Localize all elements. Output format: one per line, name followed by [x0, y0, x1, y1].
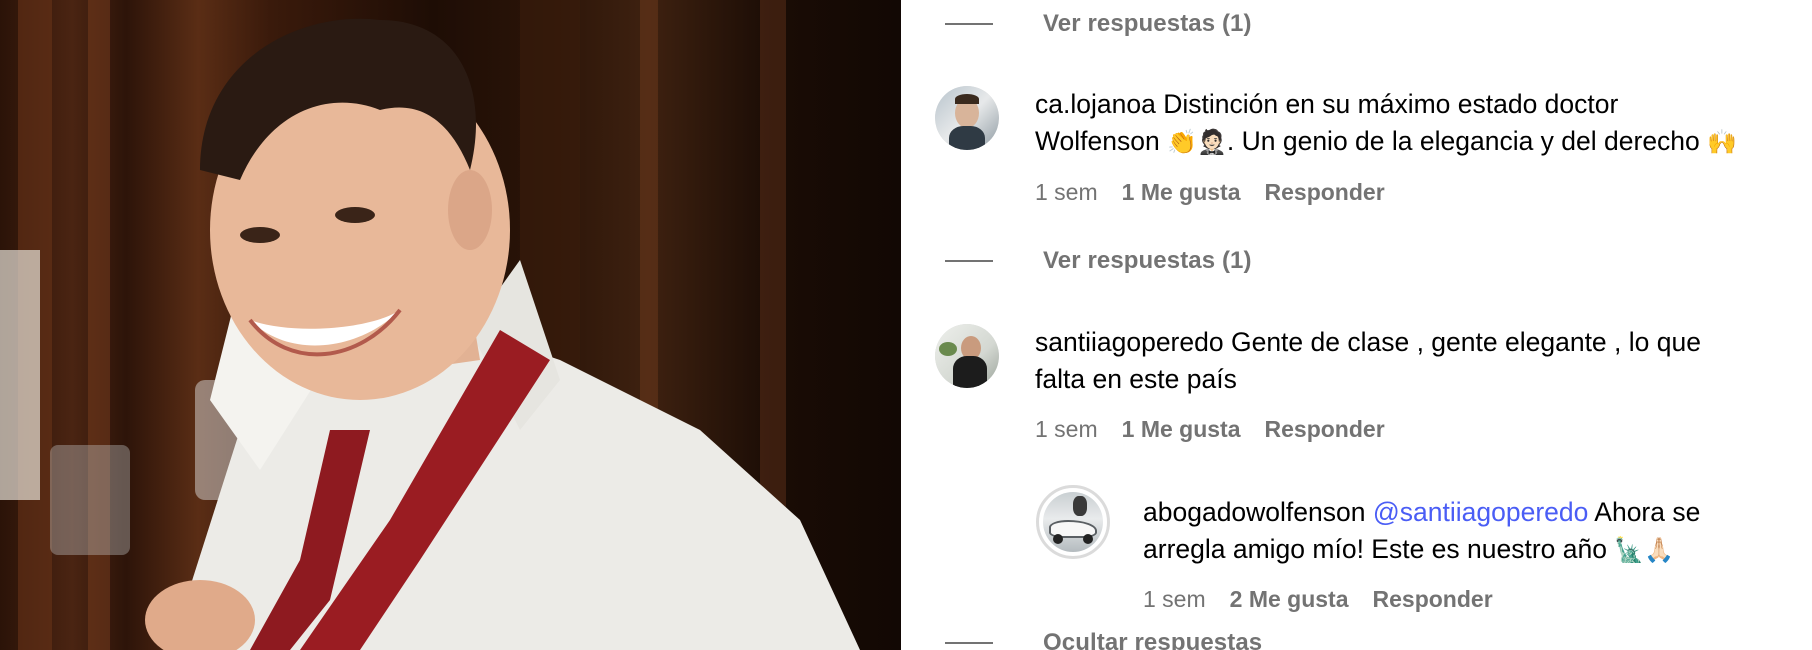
view-replies-button[interactable]: Ver respuestas (1): [945, 10, 1252, 37]
comment-likes[interactable]: 1 Me gusta: [1122, 416, 1241, 443]
view-replies-label: Ver respuestas (1): [1043, 10, 1252, 37]
reply-button[interactable]: Responder: [1373, 586, 1493, 613]
divider-line: [945, 23, 993, 25]
post-photo: [0, 0, 901, 650]
reply-button[interactable]: Responder: [1265, 416, 1385, 443]
comment-meta: 1 sem 1 Me gusta Responder: [1035, 177, 1385, 207]
portrait-illustration: [0, 18, 860, 650]
mention-link[interactable]: @santiiagoperedo: [1373, 497, 1589, 527]
reply-username[interactable]: abogadowolfenson: [1143, 497, 1366, 527]
reply-button[interactable]: Responder: [1265, 179, 1385, 206]
emoji-clap-person: 👏🤵🏻: [1167, 128, 1227, 156]
emoji-raised-hands: 🙌: [1707, 128, 1738, 156]
hide-replies-label: Ocultar respuestas: [1043, 629, 1263, 650]
reply-meta: 1 sem 2 Me gusta Responder: [1143, 584, 1493, 614]
comment-text-line2b: . Un genio de la elegancia y del derecho: [1226, 126, 1700, 156]
view-replies-button[interactable]: Ver respuestas (1): [945, 247, 1252, 274]
comment-text-line2: falta en este país: [1035, 364, 1237, 394]
divider-line: [945, 260, 993, 262]
comment-username[interactable]: ca.lojanoa: [1035, 89, 1156, 119]
comment-text-line1: Distinción en su máximo estado doctor: [1163, 89, 1619, 119]
hide-replies-button[interactable]: Ocultar respuestas: [945, 629, 1263, 650]
comment-meta: 1 sem 1 Me gusta Responder: [1035, 414, 1385, 444]
reply-text-line1: Ahora se: [1594, 497, 1701, 527]
comment-body: santiiagoperedo Gente de clase , gente e…: [1035, 324, 1805, 398]
avatar-with-story-ring[interactable]: [1036, 485, 1110, 559]
comment-body: ca.lojanoa Distinción en su máximo estad…: [1035, 86, 1805, 161]
reply-likes[interactable]: 2 Me gusta: [1230, 586, 1349, 613]
reply-text-line2: arregla amigo mío! Este es nuestro año: [1143, 534, 1607, 564]
comment-text-line2a: Wolfenson: [1035, 126, 1160, 156]
comment-time[interactable]: 1 sem: [1035, 179, 1098, 206]
comments-panel: Ver respuestas (1) ca.lojanoa Distinción…: [901, 0, 1812, 650]
avatar[interactable]: [935, 86, 999, 150]
comment-likes[interactable]: 1 Me gusta: [1122, 179, 1241, 206]
emoji-liberty-pray: 🗽🙏🏻: [1614, 536, 1675, 564]
view-replies-label: Ver respuestas (1): [1043, 247, 1252, 274]
comment-username[interactable]: santiiagoperedo: [1035, 327, 1224, 357]
divider-line: [945, 642, 993, 644]
comment-text-line1: Gente de clase , gente elegante , lo que: [1230, 327, 1701, 357]
reply-body: abogadowolfenson @santiiagoperedo Ahora …: [1143, 494, 1803, 569]
reply-time[interactable]: 1 sem: [1143, 586, 1206, 613]
avatar[interactable]: [935, 324, 999, 388]
comment-time[interactable]: 1 sem: [1035, 416, 1098, 443]
